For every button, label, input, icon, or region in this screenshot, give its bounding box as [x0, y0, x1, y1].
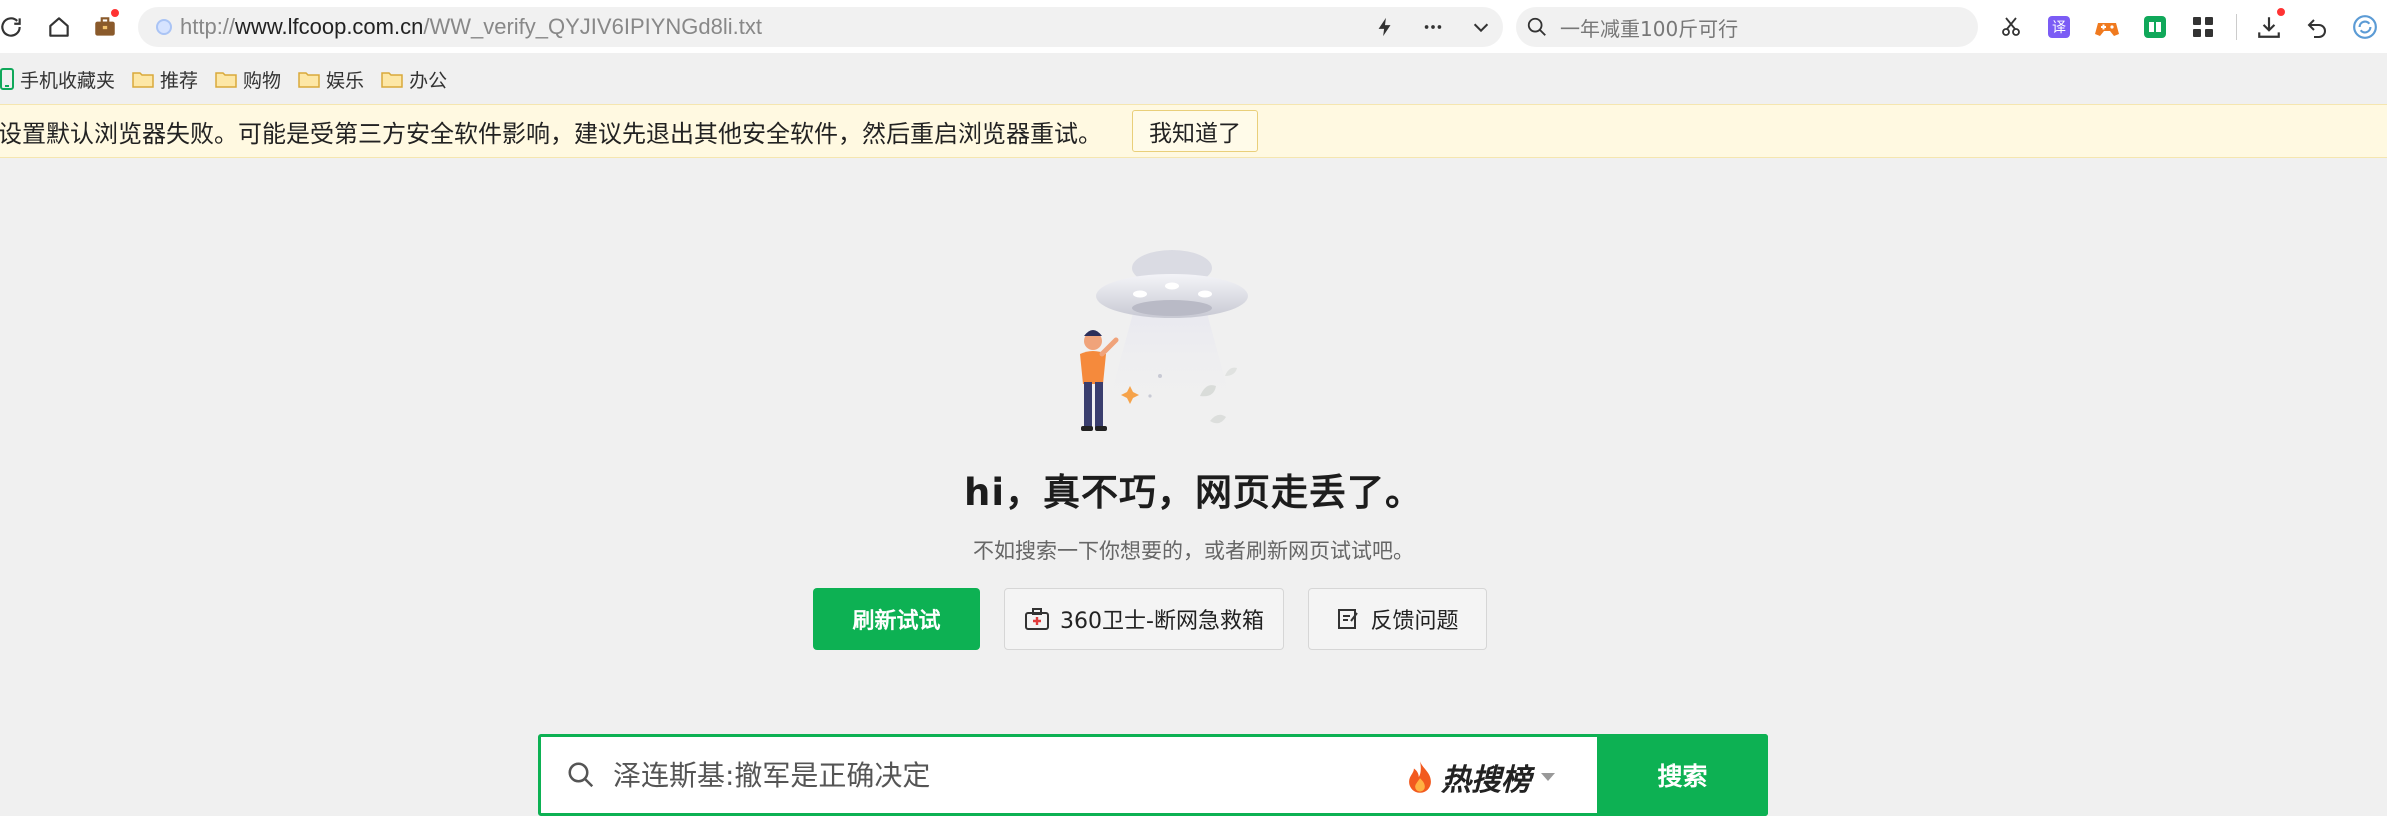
undo-icon[interactable] [2300, 10, 2334, 44]
notice-message: 设置默认浏览器失败。可能是受第三方安全软件影响，建议先退出其他安全软件，然后重启… [0, 119, 1102, 148]
network-firstaid-label: 360卫士-断网急救箱 [1060, 609, 1264, 634]
scissors-icon[interactable] [1994, 10, 2028, 44]
first-aid-kit-icon [1025, 608, 1050, 630]
bookmark-label: 手机收藏夹 [20, 69, 116, 92]
chevron-down-icon [1541, 773, 1555, 781]
network-firstaid-button[interactable]: 360卫士-断网急救箱 [1004, 588, 1284, 650]
sync-icon[interactable] [2348, 10, 2382, 44]
flame-icon [1409, 761, 1431, 793]
bookmark-label: 推荐 [160, 69, 199, 92]
more-icon[interactable] [1416, 10, 1450, 44]
refresh-button[interactable]: 刷新试试 [813, 588, 980, 650]
lost-page-illustration [1060, 246, 1260, 452]
site-security-icon[interactable] [156, 19, 172, 35]
hot-search-box: 热搜榜 搜索 [538, 734, 1768, 816]
translate-icon[interactable]: 译 [2042, 10, 2076, 44]
bookmark-folder-recommend[interactable]: 推荐 [132, 66, 198, 93]
bookmark-folder-entertainment[interactable]: 娱乐 [298, 66, 364, 93]
briefcase-icon[interactable] [88, 8, 122, 44]
hot-list-dropdown[interactable]: 热搜榜 [1405, 755, 1555, 799]
folder-icon [215, 72, 237, 88]
search-icon [1527, 17, 1546, 36]
bookmark-mobile[interactable]: 手机收藏夹 [0, 66, 115, 93]
address-bar[interactable]: http://www.lfcoop.com.cn/WW_verify_QYJIV… [138, 7, 1503, 47]
browser-toolbar: http://www.lfcoop.com.cn/WW_verify_QYJIV… [0, 0, 2387, 53]
reload-icon[interactable] [0, 10, 28, 44]
chevron-down-icon[interactable] [1464, 10, 1498, 44]
feedback-edit-icon [1338, 609, 1359, 629]
lightning-icon[interactable] [1368, 10, 1402, 44]
apps-grid-icon[interactable] [2186, 10, 2220, 44]
game-icon[interactable] [2090, 10, 2124, 44]
notification-dot [110, 8, 120, 18]
toolbar-search-placeholder: 一年减重100斤可行 [1560, 16, 1739, 41]
search-icon [568, 762, 594, 788]
feedback-label: 反馈问题 [1370, 609, 1459, 634]
feedback-button[interactable]: 反馈问题 [1308, 588, 1487, 650]
svg-text:译: 译 [2052, 20, 2066, 36]
toolbar-divider [2236, 14, 2237, 40]
folder-icon [132, 72, 154, 88]
default-browser-notice: 设置默认浏览器失败。可能是受第三方安全软件影响，建议先退出其他安全软件，然后重启… [0, 104, 2387, 158]
home-icon[interactable] [42, 10, 76, 44]
hot-list-label: 热搜榜 [1441, 763, 1531, 798]
mobile-icon [0, 68, 14, 90]
bookmark-label: 娱乐 [326, 69, 365, 92]
bookmark-folder-office[interactable]: 办公 [381, 66, 447, 93]
toolbar-search[interactable]: 一年减重100斤可行 [1516, 7, 1978, 47]
notice-dismiss-button[interactable]: 我知道了 [1132, 110, 1258, 152]
bookmark-label: 购物 [243, 69, 282, 92]
page-subtitle: 不如搜索一下你想要的，或者刷新网页试试吧。 [973, 539, 1414, 563]
hot-search-submit[interactable]: 搜索 [1597, 734, 1768, 816]
bookmark-folder-shopping[interactable]: 购物 [215, 66, 281, 93]
bookmarks-bar: 手机收藏夹 推荐 购物 娱乐 办公 [0, 57, 2387, 101]
folder-icon [298, 72, 320, 88]
hot-search-input[interactable] [611, 747, 1311, 803]
url-text: http://www.lfcoop.com.cn/WW_verify_QYJIV… [180, 14, 762, 39]
reader-icon[interactable] [2138, 10, 2172, 44]
folder-icon [381, 72, 403, 88]
bookmark-label: 办公 [409, 69, 448, 92]
page-title: hi，真不巧，网页走丢了。 [963, 471, 1424, 514]
download-badge-dot [2276, 7, 2286, 17]
download-icon[interactable] [2252, 7, 2286, 44]
